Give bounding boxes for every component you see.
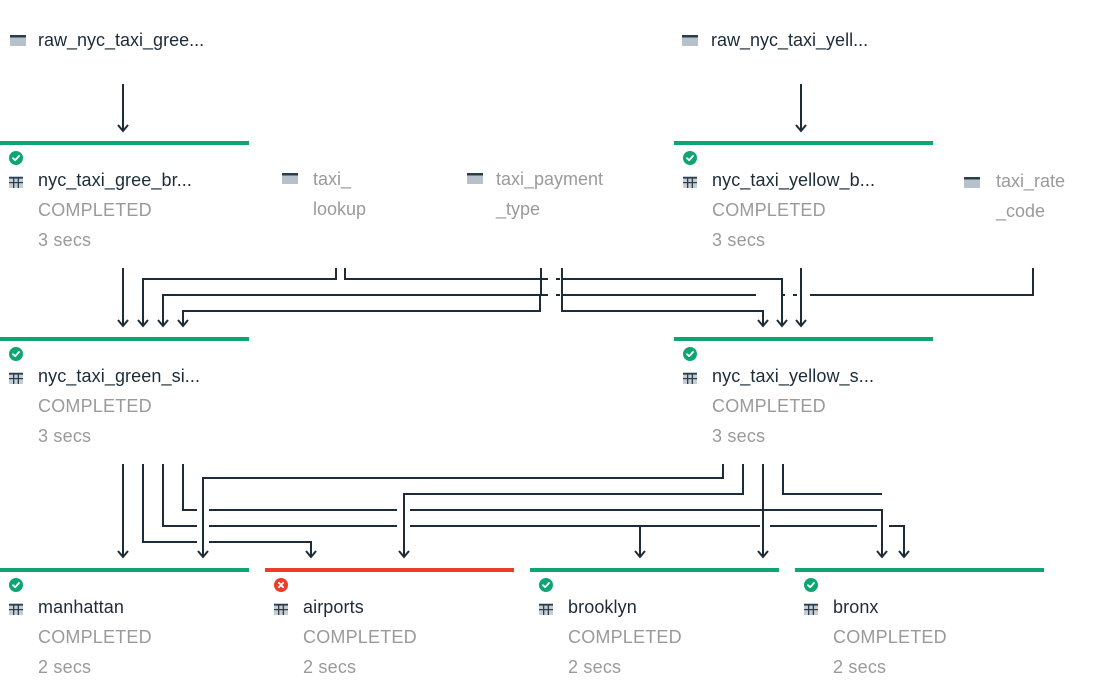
source-table-icon (282, 173, 298, 184)
task-duration: 2 secs (38, 657, 92, 677)
status-bar (0, 568, 249, 572)
task-status: COMPLETED (38, 396, 152, 416)
edge-line (541, 278, 560, 296)
error-circle-icon (274, 578, 288, 592)
task-node-yellow-silver[interactable]: nyc_taxi_yellow_s... COMPLETED 3 secs (674, 337, 933, 447)
edge-line (182, 295, 541, 326)
status-bar (674, 141, 933, 145)
lookup-name: taxi_rate _code (996, 171, 1066, 221)
source-name: raw_nyc_taxi_gree... (38, 30, 205, 50)
task-node-yellow-bronze[interactable]: nyc_taxi_yellow_b... COMPLETED 3 secs (674, 141, 933, 251)
task-duration: 3 secs (38, 426, 92, 446)
status-bar (795, 568, 1044, 572)
edge-line (782, 464, 882, 495)
task-duration: 3 secs (38, 230, 92, 250)
check-circle-icon (804, 578, 818, 592)
task-status: COMPLETED (38, 627, 152, 647)
task-name: bronx (833, 597, 879, 617)
task-status: COMPLETED (303, 627, 417, 647)
check-circle-icon (539, 578, 553, 592)
task-name: nyc_taxi_green_si... (38, 366, 201, 386)
source-table-icon (682, 35, 698, 46)
edge-line (162, 268, 542, 326)
task-node-manhattan[interactable]: manhattan COMPLETED 2 secs (0, 568, 249, 678)
table-icon (804, 603, 818, 615)
table-icon (9, 176, 23, 188)
task-name: airports (303, 597, 364, 617)
source-node-raw-yellow[interactable]: raw_nyc_taxi_yell... (672, 28, 932, 58)
task-status: COMPLETED (38, 200, 152, 220)
task-duration: 2 secs (833, 657, 887, 677)
edge-line (561, 268, 764, 326)
task-status: COMPLETED (568, 627, 682, 647)
task-name: nyc_taxi_gree_br... (38, 170, 192, 190)
lookup-node-taxi-rate-code[interactable]: taxi_rate _code (962, 167, 1102, 229)
task-duration: 3 secs (712, 426, 766, 446)
task-name: manhattan (38, 597, 124, 617)
task-node-green-bronze[interactable]: nyc_taxi_gree_br... COMPLETED 3 secs (0, 141, 249, 251)
status-bar (0, 337, 249, 341)
task-node-green-silver[interactable]: nyc_taxi_green_si... COMPLETED 3 secs (0, 337, 249, 447)
lookup-node-taxi-lookup[interactable]: taxi_ lookup (280, 165, 400, 227)
task-duration: 2 secs (303, 657, 357, 677)
task-status: COMPLETED (833, 627, 947, 647)
status-bar (265, 568, 514, 572)
edge-line (770, 525, 905, 557)
task-name: nyc_taxi_yellow_s... (712, 366, 875, 386)
edge-line (540, 525, 641, 557)
source-node-raw-green[interactable]: raw_nyc_taxi_gree... (0, 28, 260, 58)
task-status: COMPLETED (712, 200, 826, 220)
lookup-name: taxi_payment _type (496, 169, 604, 219)
task-duration: 3 secs (712, 230, 766, 250)
table-icon (683, 372, 697, 384)
task-duration: 2 secs (568, 657, 622, 677)
table-icon (9, 603, 23, 615)
edge-line (142, 268, 337, 326)
check-circle-icon (9, 578, 23, 592)
source-name: raw_nyc_taxi_yell... (711, 30, 869, 50)
lookup-node-taxi-payment-type[interactable]: taxi_payment _type (465, 165, 645, 227)
task-status: COMPLETED (712, 396, 826, 416)
table-icon (274, 603, 288, 615)
table-icon (9, 372, 23, 384)
source-table-icon (10, 35, 26, 46)
source-table-icon (964, 177, 980, 188)
check-circle-icon (683, 347, 697, 361)
lookup-name: taxi_ lookup (313, 169, 367, 219)
check-circle-icon (9, 151, 23, 165)
edge-line (540, 268, 1034, 296)
edge-line (344, 268, 783, 326)
task-name: nyc_taxi_yellow_b... (712, 170, 876, 190)
check-circle-icon (9, 347, 23, 361)
status-bar (674, 337, 933, 341)
table-icon (539, 603, 553, 615)
status-bar (0, 141, 249, 145)
task-node-brooklyn[interactable]: brooklyn COMPLETED 2 secs (530, 568, 779, 678)
check-circle-icon (683, 151, 697, 165)
source-table-icon (467, 173, 483, 184)
task-name: brooklyn (568, 597, 637, 617)
task-node-airports[interactable]: airports COMPLETED 2 secs (265, 568, 514, 678)
table-icon (683, 176, 697, 188)
task-node-bronx[interactable]: bronx COMPLETED 2 secs (795, 568, 1044, 678)
status-bar (530, 568, 779, 572)
